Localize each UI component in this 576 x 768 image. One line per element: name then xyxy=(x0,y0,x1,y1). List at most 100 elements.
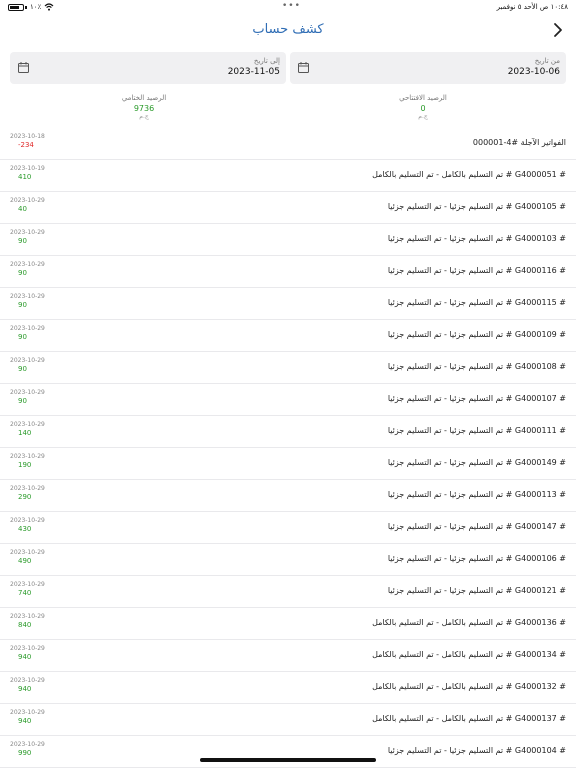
date-range: من تاريخ 2023-10-06 إلى تاريخ 2023-11-05 xyxy=(10,52,566,84)
transaction-date: 2023-10-29 xyxy=(10,517,45,524)
transaction-row[interactable]: # G4000147 # تم التسليم جزئيا - تم التسل… xyxy=(0,512,576,544)
transaction-row[interactable]: # G4000106 # تم التسليم جزئيا - تم التسل… xyxy=(0,544,576,576)
transaction-title: # G4000147 # تم التسليم جزئيا - تم التسل… xyxy=(387,522,566,531)
home-indicator[interactable] xyxy=(200,758,376,762)
transaction-title: # G4000113 # تم التسليم جزئيا - تم التسل… xyxy=(387,490,566,499)
transaction-row[interactable]: # G4000134 # تم التسليم بالكامل - تم الت… xyxy=(0,640,576,672)
transaction-row[interactable]: # G4000149 # تم التسليم جزئيا - تم التسل… xyxy=(0,448,576,480)
transaction-row[interactable]: # G4000107 # تم التسليم جزئيا - تم التسل… xyxy=(0,384,576,416)
transaction-date: 2023-10-29 xyxy=(10,293,45,300)
transaction-title: # G4000105 # تم التسليم جزئيا - تم التسل… xyxy=(387,202,566,211)
transaction-row[interactable]: # G4000137 # تم التسليم بالكامل - تم الت… xyxy=(0,704,576,736)
transaction-amount: 430 xyxy=(18,525,32,533)
transaction-title: # G4000132 # تم التسليم بالكامل - تم الت… xyxy=(372,682,566,691)
transaction-amount: 90 xyxy=(18,365,27,373)
transaction-amount: -234 xyxy=(18,141,34,149)
transaction-amount: 940 xyxy=(18,685,32,693)
transaction-title: # G4000116 # تم التسليم جزئيا - تم التسل… xyxy=(387,266,566,275)
transaction-amount: 90 xyxy=(18,397,27,405)
to-date-field[interactable]: إلى تاريخ 2023-11-05 xyxy=(10,52,286,84)
closing-balance-value: 9736 xyxy=(133,104,155,113)
transaction-date: 2023-10-29 xyxy=(10,197,45,204)
page-title: كشف حساب xyxy=(252,22,324,37)
transaction-amount: 290 xyxy=(18,493,32,501)
transaction-date: 2023-10-29 xyxy=(10,389,45,396)
nav-bar: كشف حساب xyxy=(0,14,576,48)
currency-label: ج.م xyxy=(139,113,149,120)
transaction-date: 2023-10-29 xyxy=(10,229,45,236)
transaction-row[interactable]: # G4000051 # تم التسليم بالكامل - تم الت… xyxy=(0,160,576,192)
transaction-row[interactable]: # G4000104 # تم التسليم جزئيا - تم التسل… xyxy=(0,736,576,768)
transaction-row[interactable]: # G4000111 # تم التسليم جزئيا - تم التسل… xyxy=(0,416,576,448)
from-date-value: 2023-10-06 xyxy=(507,67,560,77)
to-date-value: 2023-11-05 xyxy=(227,67,280,77)
status-time: ١٠:٤٨ ص الأحد ٥ نوفمبر xyxy=(496,3,568,11)
transaction-title: # G4000106 # تم التسليم جزئيا - تم التسل… xyxy=(387,554,566,563)
transaction-amount: 90 xyxy=(18,269,27,277)
transaction-row[interactable]: # G4000105 # تم التسليم جزئيا - تم التسل… xyxy=(0,192,576,224)
transaction-row[interactable]: # G4000115 # تم التسليم جزئيا - تم التسل… xyxy=(0,288,576,320)
transaction-amount: 740 xyxy=(18,589,32,597)
transaction-date: 2023-10-29 xyxy=(10,645,45,652)
transaction-amount: 490 xyxy=(18,557,32,565)
transaction-title: # G4000104 # تم التسليم جزئيا - تم التسل… xyxy=(387,746,566,755)
calendar-icon xyxy=(298,62,309,73)
from-date-field[interactable]: من تاريخ 2023-10-06 xyxy=(290,52,566,84)
opening-balance-label: الرصيد الافتتاحي xyxy=(399,94,447,102)
transaction-title: # G4000107 # تم التسليم جزئيا - تم التسل… xyxy=(387,394,566,403)
transaction-date: 2023-10-29 xyxy=(10,709,45,716)
transaction-row[interactable]: # G4000132 # تم التسليم بالكامل - تم الت… xyxy=(0,672,576,704)
battery-percent: ١٠٪ xyxy=(30,3,42,11)
transaction-date: 2023-10-29 xyxy=(10,325,45,332)
transaction-row[interactable]: # G4000121 # تم التسليم جزئيا - تم التسل… xyxy=(0,576,576,608)
transaction-row[interactable]: الفواتير الآجلة #4-000001 2023-10-18 -234 xyxy=(0,128,576,160)
transaction-title: # G4000051 # تم التسليم بالكامل - تم الت… xyxy=(372,170,566,179)
transaction-amount: 140 xyxy=(18,429,32,437)
transaction-amount: 410 xyxy=(18,173,32,181)
status-bar: ١٠:٤٨ ص الأحد ٥ نوفمبر ••• ١٠٪ xyxy=(0,0,576,14)
transaction-amount: 190 xyxy=(18,461,32,469)
transaction-title: # G4000134 # تم التسليم بالكامل - تم الت… xyxy=(372,650,566,659)
currency-label: ج.م xyxy=(418,113,428,120)
transaction-title: الفواتير الآجلة #4-000001 xyxy=(472,138,566,147)
transaction-date: 2023-10-18 xyxy=(10,133,45,140)
from-date-label: من تاريخ xyxy=(534,57,560,65)
wifi-icon xyxy=(44,3,54,11)
transaction-date: 2023-10-29 xyxy=(10,677,45,684)
calendar-icon xyxy=(18,62,29,73)
transaction-row[interactable]: # G4000136 # تم التسليم بالكامل - تم الت… xyxy=(0,608,576,640)
transaction-date: 2023-10-19 xyxy=(10,165,45,172)
status-indicators: ١٠٪ xyxy=(8,3,54,11)
transaction-title: # G4000111 # تم التسليم جزئيا - تم التسل… xyxy=(387,426,566,435)
transaction-date: 2023-10-29 xyxy=(10,613,45,620)
transaction-date: 2023-10-29 xyxy=(10,549,45,556)
back-chevron-icon[interactable] xyxy=(550,21,566,39)
closing-balance: الرصيد الختامي 9736 ج.م xyxy=(104,94,184,120)
transaction-amount: 940 xyxy=(18,717,32,725)
transaction-date: 2023-10-29 xyxy=(10,453,45,460)
transaction-title: # G4000109 # تم التسليم جزئيا - تم التسل… xyxy=(387,330,566,339)
transaction-title: # G4000121 # تم التسليم جزئيا - تم التسل… xyxy=(387,586,566,595)
transaction-row[interactable]: # G4000103 # تم التسليم جزئيا - تم التسل… xyxy=(0,224,576,256)
transaction-amount: 90 xyxy=(18,301,27,309)
opening-balance: الرصيد الافتتاحي 0 ج.م xyxy=(383,94,463,120)
transaction-date: 2023-10-29 xyxy=(10,421,45,428)
transaction-date: 2023-10-29 xyxy=(10,357,45,364)
battery-icon xyxy=(8,3,24,11)
transaction-title: # G4000108 # تم التسليم جزئيا - تم التسل… xyxy=(387,362,566,371)
transaction-amount: 90 xyxy=(18,333,27,341)
transaction-row[interactable]: # G4000108 # تم التسليم جزئيا - تم التسل… xyxy=(0,352,576,384)
multitasking-dots-icon[interactable]: ••• xyxy=(282,1,301,11)
transaction-amount: 840 xyxy=(18,621,32,629)
transaction-amount: 90 xyxy=(18,237,27,245)
transaction-row[interactable]: # G4000113 # تم التسليم جزئيا - تم التسل… xyxy=(0,480,576,512)
transaction-amount: 940 xyxy=(18,653,32,661)
opening-balance-value: 0 xyxy=(420,104,426,113)
transaction-date: 2023-10-29 xyxy=(10,261,45,268)
transaction-title: # G4000103 # تم التسليم جزئيا - تم التسل… xyxy=(387,234,566,243)
transaction-row[interactable]: # G4000116 # تم التسليم جزئيا - تم التسل… xyxy=(0,256,576,288)
transaction-list: الفواتير الآجلة #4-000001 2023-10-18 -234 #… xyxy=(0,128,576,768)
balance-summary: الرصيد الافتتاحي 0 ج.م الرصيد الختامي 97… xyxy=(0,94,576,120)
transaction-row[interactable]: # G4000109 # تم التسليم جزئيا - تم التسل… xyxy=(0,320,576,352)
transaction-title: # G4000149 # تم التسليم جزئيا - تم التسل… xyxy=(387,458,566,467)
